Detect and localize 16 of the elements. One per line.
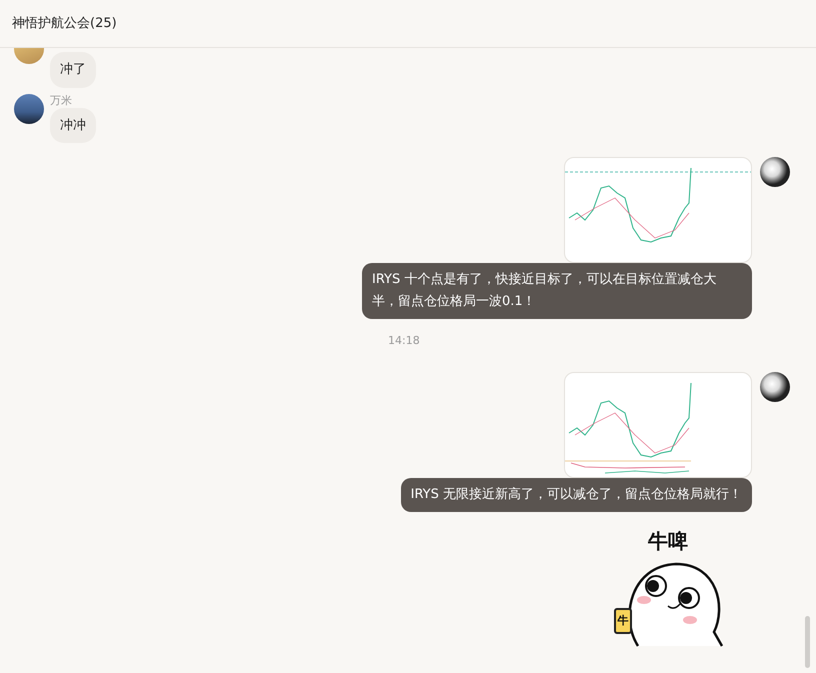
message-bubble: IRYS 无限接近新高了，可以减仓了，留点仓位格局就行！ <box>400 478 752 512</box>
message-bubble: 冲冲 <box>50 108 96 143</box>
sticker-caption: 牛啤 <box>648 528 688 554</box>
group-title: 神悟护航公会(25) <box>12 14 117 33</box>
message-bubble: IRYS 十个点是有了，快接近目标了，可以在目标位置减仓大半，留点仓位格局一波0.1！ <box>362 263 752 319</box>
avatar[interactable] <box>760 372 790 402</box>
sender-name: 万米 <box>50 94 73 108</box>
chart-image[interactable] <box>564 157 752 263</box>
sticker[interactable]: 牛啤 牛 <box>582 526 732 656</box>
avatar[interactable] <box>14 94 44 124</box>
message-bubble: 冲了 <box>50 52 96 88</box>
chart-image[interactable] <box>564 372 752 478</box>
scrollbar-thumb[interactable] <box>805 616 810 668</box>
timestamp: 14:18 <box>388 333 420 349</box>
avatar[interactable] <box>760 157 790 187</box>
mug-label: 牛 <box>618 615 628 626</box>
